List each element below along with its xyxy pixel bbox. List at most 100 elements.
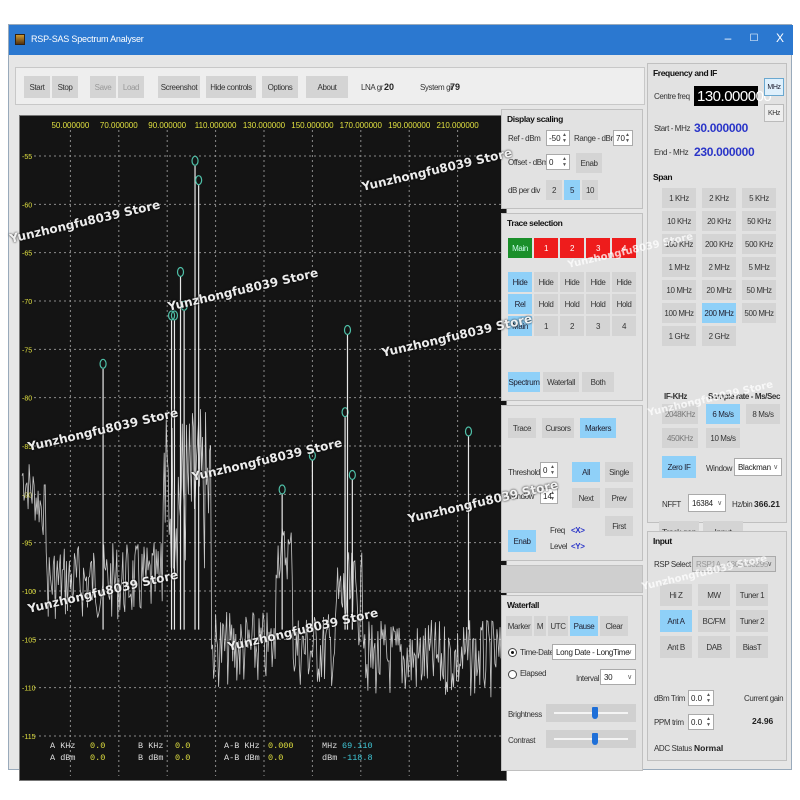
span-10mhz-button[interactable]: 10 MHz — [662, 280, 696, 300]
hide-2-button[interactable]: Hide — [560, 272, 584, 292]
trace-3-button[interactable]: 3 — [586, 238, 610, 258]
trace-main-button[interactable]: Main — [508, 238, 532, 258]
hold-3-button[interactable]: Hold — [586, 294, 610, 314]
spinner-arrows-icon[interactable]: ▲ ▼ — [706, 691, 712, 705]
hide-main-button[interactable]: Hide — [508, 272, 532, 292]
tab-markers[interactable]: Markers — [580, 418, 616, 438]
maximize-button[interactable]: ☐ — [743, 33, 765, 44]
span-2mhz-button[interactable]: 2 MHz — [702, 257, 736, 277]
hold-4-button[interactable]: Hold — [612, 294, 636, 314]
spinner-arrows-icon[interactable]: ▲ ▼ — [562, 155, 568, 169]
input-dab-button[interactable]: DAB — [698, 636, 730, 658]
waterfall-pause-button[interactable]: Pause — [570, 616, 598, 636]
close-button[interactable]: X — [769, 31, 791, 45]
input-hi-z-button[interactable]: Hi Z — [660, 584, 692, 606]
unit-khz-button[interactable]: KHz — [764, 104, 784, 122]
brightness-slider[interactable] — [546, 704, 636, 722]
span-500mhz-button[interactable]: 500 MHz — [742, 303, 776, 323]
marker-first-button[interactable]: First — [605, 516, 633, 536]
span-200khz-button[interactable]: 200 KHz — [702, 234, 736, 254]
marker-enab-button[interactable]: Enab — [508, 530, 536, 552]
about-button[interactable]: About — [306, 76, 348, 98]
input-bc-fm-button[interactable]: BC/FM — [698, 610, 730, 632]
time-date-radio[interactable] — [508, 648, 517, 657]
peak-marker[interactable] — [278, 484, 286, 495]
db-per-div-2-button[interactable]: 2 — [546, 180, 562, 200]
spinner-arrows-icon[interactable]: ▲ ▼ — [562, 131, 568, 145]
marker-prev-button[interactable]: Prev — [605, 488, 633, 508]
window-spinner[interactable]: 14 ▲ ▼ — [540, 488, 558, 504]
peak-marker[interactable] — [180, 300, 188, 311]
tab-trace[interactable]: Trace — [508, 418, 536, 438]
window-type-select[interactable]: Blackman ∨ — [734, 458, 782, 476]
stop-button[interactable]: Stop — [52, 76, 78, 98]
input-ant-b-button[interactable]: Ant B — [660, 636, 692, 658]
time-date-format-select[interactable]: Long Date - LongTime ∨ — [552, 644, 636, 660]
span-100mhz-button[interactable]: 100 MHz — [662, 303, 696, 323]
span-50mhz-button[interactable]: 50 MHz — [742, 280, 776, 300]
span-10khz-button[interactable]: 10 KHz — [662, 211, 696, 231]
span-500khz-button[interactable]: 500 KHz — [742, 234, 776, 254]
threshold-spinner[interactable]: 0 ▲ ▼ — [540, 462, 558, 478]
source-3-button[interactable]: 3 — [586, 316, 610, 336]
marker-next-button[interactable]: Next — [572, 488, 600, 508]
span-1mhz-button[interactable]: 1 MHz — [662, 257, 696, 277]
span-20mhz-button[interactable]: 20 MHz — [702, 280, 736, 300]
save-button[interactable]: Save — [90, 76, 116, 98]
hold-2-button[interactable]: Hold — [560, 294, 584, 314]
source-1-button[interactable]: 1 — [534, 316, 558, 336]
waterfall-marker-button[interactable]: Marker — [506, 616, 532, 636]
spinner-arrows-icon[interactable]: ▲ ▼ — [550, 463, 556, 477]
marker-single-button[interactable]: Single — [605, 462, 633, 482]
source-2-button[interactable]: 2 — [560, 316, 584, 336]
rate-6msps-button[interactable]: 6 Ms/s — [706, 404, 740, 424]
rsp-select[interactable]: RSP1A - 1804063295 ∨ — [692, 556, 776, 572]
range-dbm-spinner[interactable]: 70 ▲ ▼ — [613, 130, 633, 146]
offset-enab-button[interactable]: Enab — [576, 153, 602, 173]
peak-marker[interactable] — [348, 469, 356, 481]
rel-main-button[interactable]: Rel — [508, 294, 532, 314]
waterfall-m-button[interactable]: M — [534, 616, 546, 636]
contrast-slider[interactable] — [546, 730, 636, 748]
spinner-arrows-icon[interactable]: ▲ ▼ — [550, 489, 556, 503]
input-tuner-1-button[interactable]: Tuner 1 — [736, 584, 768, 606]
centre-freq-input[interactable]: 130.000000 — [694, 86, 772, 106]
minimize-button[interactable]: – — [717, 31, 739, 45]
elapsed-radio[interactable] — [508, 670, 517, 679]
span-20khz-button[interactable]: 20 KHz — [702, 211, 736, 231]
input-mw-button[interactable]: MW — [698, 584, 730, 606]
waterfall-view-button[interactable]: Waterfall — [543, 372, 579, 392]
zero-if-button[interactable]: Zero IF — [662, 456, 696, 478]
rate-10msps-button[interactable]: 10 Ms/s — [706, 428, 740, 448]
span-5mhz-button[interactable]: 5 MHz — [742, 257, 776, 277]
input-ant-a-button[interactable]: Ant A — [660, 610, 692, 632]
marker-all-button[interactable]: All — [572, 462, 600, 482]
hide-controls-button[interactable]: Hide controls — [206, 76, 256, 98]
spectrum-chart[interactable]: 50.000000 70.000000 90.000000 110.000000 130… — [20, 116, 507, 781]
span-1ghz-button[interactable]: 1 GHz — [662, 326, 696, 346]
span-100khz-button[interactable]: 100 KHz — [662, 234, 696, 254]
rate-8msps-button[interactable]: 8 Ms/s — [746, 404, 780, 424]
offset-dbm-spinner[interactable]: 0 ▲ ▼ — [546, 154, 570, 170]
peak-marker[interactable] — [191, 155, 199, 166]
trace-4-button[interactable]: 4 — [612, 238, 636, 258]
ppm-trim-spinner[interactable]: 0.0 ▲ ▼ — [688, 714, 714, 730]
spinner-arrows-icon[interactable]: ▲ ▼ — [625, 131, 631, 145]
tab-cursors[interactable]: Cursors — [542, 418, 574, 438]
if-2048khz-button[interactable]: 2048KHz — [662, 404, 698, 424]
waterfall-clear-button[interactable]: Clear — [600, 616, 628, 636]
interval-select[interactable]: 30 ∨ — [600, 669, 636, 685]
db-per-div-10-button[interactable]: 10 — [582, 180, 598, 200]
peak-marker[interactable] — [99, 358, 107, 369]
spinner-arrows-icon[interactable]: ▲ ▼ — [706, 715, 712, 729]
unit-mhz-button[interactable]: MHz — [764, 78, 784, 96]
start-button[interactable]: Start — [24, 76, 50, 98]
span-2khz-button[interactable]: 2 KHz — [702, 188, 736, 208]
brightness-slider-thumb[interactable] — [591, 707, 598, 719]
source-4-button[interactable]: 4 — [612, 316, 636, 336]
waterfall-utc-button[interactable]: UTC — [548, 616, 568, 636]
peak-marker[interactable] — [176, 266, 185, 278]
peak-marker[interactable] — [195, 175, 203, 186]
spectrum-display[interactable]: 50.000000 70.000000 90.000000 110.000000 130… — [19, 115, 507, 781]
input-tuner-2-button[interactable]: Tuner 2 — [736, 610, 768, 632]
